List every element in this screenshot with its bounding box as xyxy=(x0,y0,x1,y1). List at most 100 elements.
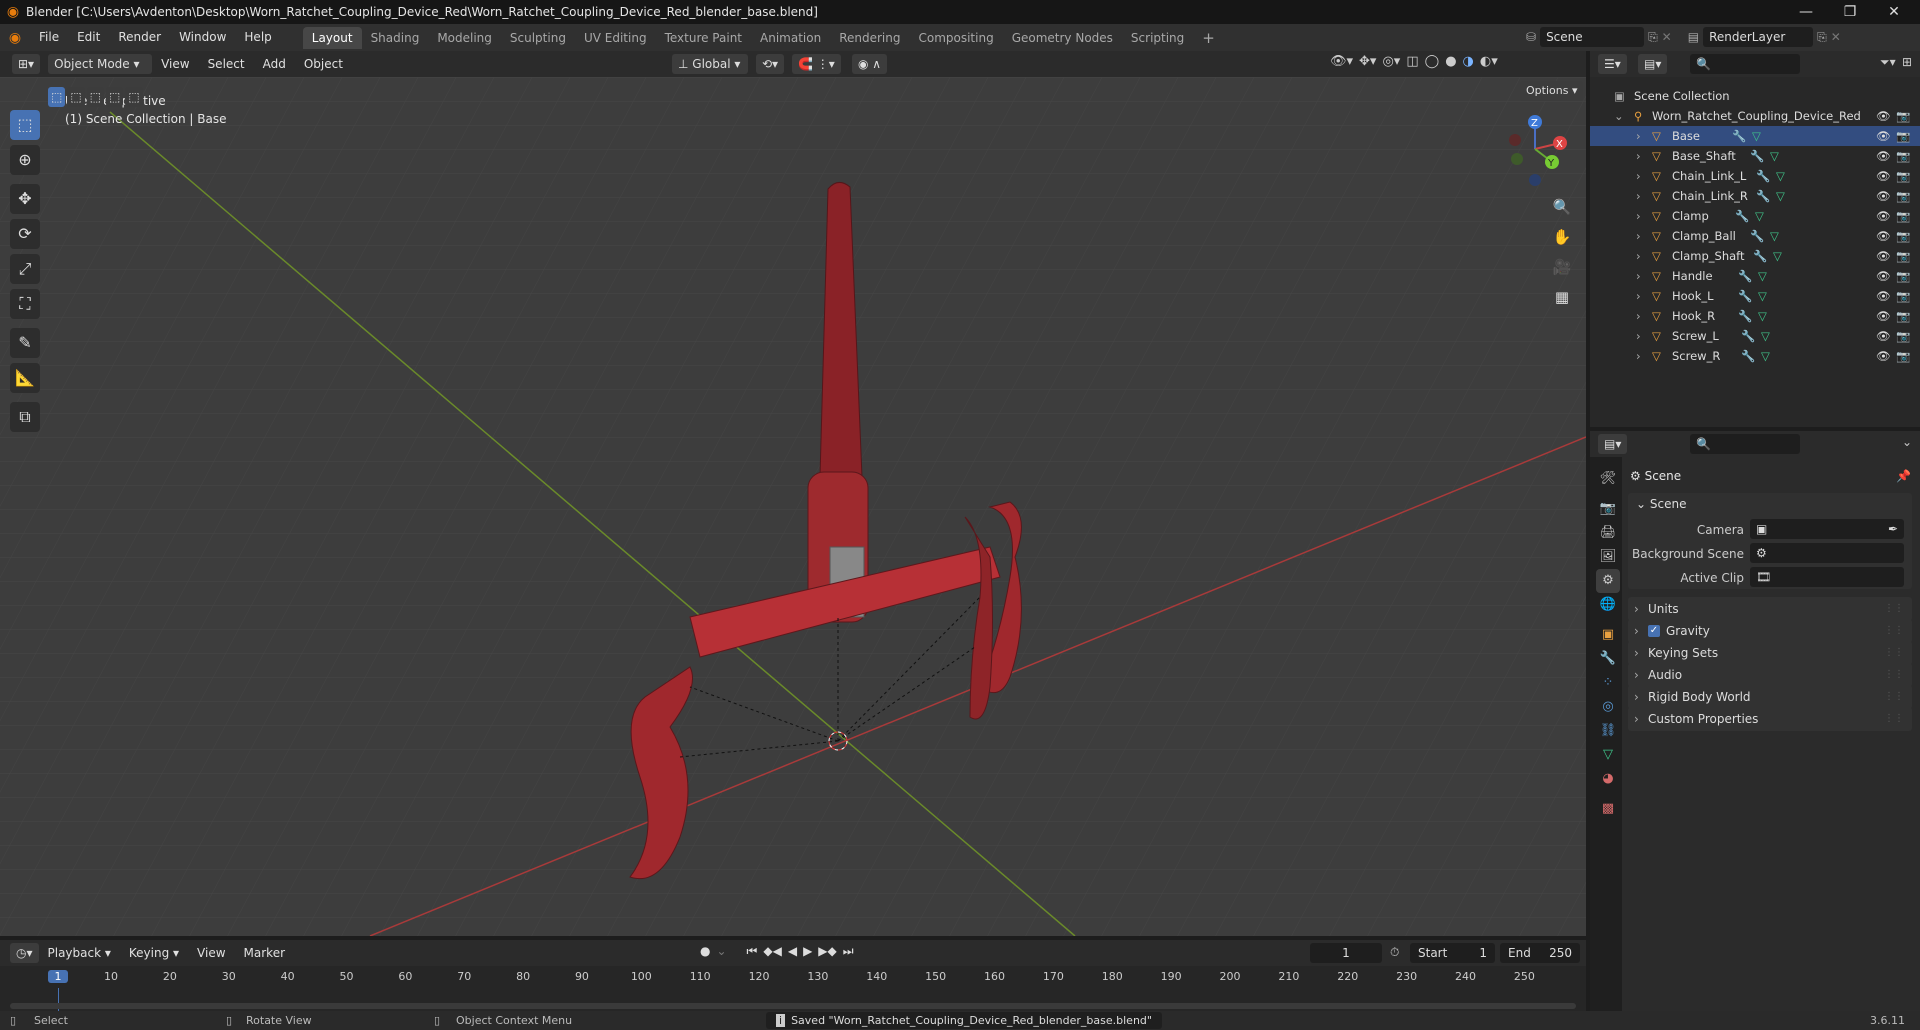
select-subtract-icon[interactable]: ⬚ xyxy=(86,87,105,107)
mesh-data-icon[interactable]: ▽ xyxy=(1758,306,1767,326)
mesh-data-icon[interactable]: ▽ xyxy=(1761,346,1770,366)
move-tool-icon[interactable]: ✥ xyxy=(10,184,40,214)
transform-tool-icon[interactable]: ⛶ xyxy=(10,289,40,319)
mesh-data-icon[interactable]: ▽ xyxy=(1755,206,1764,226)
camera-render-icon[interactable]: 📷 xyxy=(1896,266,1910,286)
outliner-object-row[interactable]: › ▽ Chain_Link_L 🔧 ▽ 👁 📷 xyxy=(1590,166,1920,186)
gizmo-toggle-icon[interactable]: ✥▾ xyxy=(1359,54,1376,69)
eye-icon[interactable]: 👁 xyxy=(1876,146,1891,166)
filter-icon[interactable]: ⏷▾ xyxy=(1880,55,1896,70)
mesh-data-icon[interactable]: ▽ xyxy=(1758,286,1767,306)
eye-icon[interactable]: 👁 xyxy=(1876,206,1891,226)
prev-keyframe-icon[interactable]: ◆◀ xyxy=(763,944,781,959)
wireframe-shading-icon[interactable]: ◯ xyxy=(1425,54,1440,69)
camera-render-icon[interactable]: 📷 xyxy=(1896,286,1910,306)
texture-tab-icon[interactable]: ▩ xyxy=(1596,797,1620,821)
xray-icon[interactable]: ◫ xyxy=(1406,54,1418,69)
select-invert-icon[interactable]: ⬚ xyxy=(106,87,124,107)
eye-icon[interactable]: 👁 xyxy=(1876,346,1891,366)
eye-icon[interactable]: 👁 xyxy=(1876,266,1891,286)
stopwatch-icon[interactable]: ⏱ xyxy=(1390,945,1399,960)
mode-dropdown[interactable]: Object Mode ▾ xyxy=(48,54,153,74)
menu-window[interactable]: Window xyxy=(170,24,235,51)
modifier-icon[interactable]: 🔧 xyxy=(1756,166,1770,186)
scene-panel-header[interactable]: ⌄ Scene xyxy=(1636,497,1686,511)
play-icon[interactable]: ▶ xyxy=(803,944,812,959)
select-extend-icon[interactable]: ⬚ xyxy=(67,87,85,107)
vp-menu-view[interactable]: View xyxy=(152,51,198,78)
outliner-collection-row[interactable]: ⌄ ⚲ Worn_Ratchet_Coupling_Device_Red 👁 📷 xyxy=(1590,106,1920,126)
timeline-track[interactable]: 1 10 20 30 40 50 60 70 80 90 100 110 120 130 140 150 160… xyxy=(0,966,1586,1011)
gravity-checkbox[interactable]: ✓ xyxy=(1648,625,1660,637)
delete-scene-icon[interactable]: ✕ xyxy=(1662,30,1672,44)
render-layer-field[interactable]: RenderLayer xyxy=(1703,27,1814,47)
mesh-data-icon[interactable]: ▽ xyxy=(1761,326,1770,346)
modifier-icon[interactable]: 🔧 xyxy=(1750,146,1764,166)
drag-handle-icon[interactable]: ⋮⋮ xyxy=(1884,707,1904,731)
measure-tool-icon[interactable]: 📐 xyxy=(10,363,40,393)
outliner-object-row[interactable]: › ▽ Base_Shaft 🔧 ▽ 👁 📷 xyxy=(1590,146,1920,166)
new-scene-icon[interactable]: ⎘ xyxy=(1648,30,1658,45)
menu-edit[interactable]: Edit xyxy=(68,24,109,51)
pin-icon[interactable]: 📌 xyxy=(1896,469,1911,483)
cursor-tool-icon[interactable]: ⊕ xyxy=(10,145,40,175)
expand-icon[interactable]: › xyxy=(1636,186,1641,206)
eye-icon[interactable]: 👁 xyxy=(1876,306,1891,326)
camera-render-icon[interactable]: 📷 xyxy=(1896,106,1910,126)
overlay-toggle-icon[interactable]: ◎▾ xyxy=(1382,54,1400,69)
expand-icon[interactable]: › xyxy=(1636,266,1641,286)
modifier-icon[interactable]: 🔧 xyxy=(1732,126,1746,146)
add-workspace-icon[interactable]: + xyxy=(1193,27,1224,49)
select-intersect-icon[interactable]: ⬚ xyxy=(125,87,143,107)
drag-handle-icon[interactable]: ⋮⋮ xyxy=(1884,641,1904,665)
menu-render[interactable]: Render xyxy=(109,24,170,51)
properties-options-icon[interactable]: ⌄ xyxy=(1902,435,1912,449)
collapse-icon[interactable]: ⌄ xyxy=(1614,106,1624,126)
camera-render-icon[interactable]: 📷 xyxy=(1896,246,1910,266)
zoom-icon[interactable]: 🔍 xyxy=(1548,193,1576,221)
vp-menu-select[interactable]: Select xyxy=(199,51,254,78)
3d-viewport[interactable]: Z X Y User Perspective (1) Scene Collect… xyxy=(0,77,1586,936)
close-icon[interactable]: ✕ xyxy=(1872,0,1916,24)
outliner-search-input[interactable]: 🔍 xyxy=(1690,54,1800,74)
timeline-menu-keying[interactable]: Keying ▾ xyxy=(120,940,188,967)
tab-sculpting[interactable]: Sculpting xyxy=(501,27,575,49)
display-mode-icon[interactable]: ▤▾ xyxy=(1638,54,1668,74)
outliner-object-row[interactable]: › ▽ Clamp_Shaft 🔧 ▽ 👁 📷 xyxy=(1590,246,1920,266)
options-dropdown[interactable]: Options ▾ xyxy=(1520,81,1584,101)
drag-handle-icon[interactable]: ⋮⋮ xyxy=(1884,663,1904,687)
modifier-icon[interactable]: 🔧 xyxy=(1738,306,1752,326)
expand-icon[interactable]: › xyxy=(1636,246,1641,266)
view-layer-tab-icon[interactable]: 🖼 xyxy=(1596,545,1620,569)
camera-render-icon[interactable]: 📷 xyxy=(1896,346,1910,366)
constraints-tab-icon[interactable]: ⛓ xyxy=(1596,719,1620,743)
play-reverse-icon[interactable]: ◀ xyxy=(788,944,797,959)
modifier-icon[interactable]: 🔧 xyxy=(1738,266,1752,286)
modifier-icon[interactable]: 🔧 xyxy=(1753,246,1767,266)
active-clip-field[interactable]: 🎞 xyxy=(1750,567,1904,587)
camera-render-icon[interactable]: 📷 xyxy=(1896,146,1910,166)
scene-tab-icon[interactable]: ⚙ xyxy=(1596,569,1620,593)
mesh-data-icon[interactable]: ▽ xyxy=(1752,126,1761,146)
expand-icon[interactable]: › xyxy=(1636,306,1641,326)
modifier-icon[interactable]: 🔧 xyxy=(1741,326,1755,346)
expand-icon[interactable]: › xyxy=(1636,226,1641,246)
tab-compositing[interactable]: Compositing xyxy=(909,27,1002,49)
outliner-object-row[interactable]: › ▽ Base 🔧 ▽ 👁 📷 xyxy=(1590,126,1920,146)
eye-icon[interactable]: 👁 xyxy=(1876,226,1891,246)
eyedropper-icon[interactable]: ✒ xyxy=(1888,519,1898,539)
outliner-object-row[interactable]: › ▽ Handle 🔧 ▽ 👁 📷 xyxy=(1590,266,1920,286)
annotate-tool-icon[interactable]: ✎ xyxy=(10,328,40,358)
outliner-editor-icon[interactable]: ☰▾ xyxy=(1598,54,1627,74)
solid-shading-icon[interactable]: ● xyxy=(1445,54,1456,69)
material-tab-icon[interactable]: ◕ xyxy=(1596,767,1620,791)
timeline-scrollbar[interactable] xyxy=(10,1003,1576,1009)
section-units[interactable]: › Units ⋮⋮ xyxy=(1628,597,1912,621)
properties-editor-icon[interactable]: ▤▾ xyxy=(1598,434,1628,454)
expand-icon[interactable]: › xyxy=(1636,146,1641,166)
output-tab-icon[interactable]: 🖨 xyxy=(1596,521,1620,545)
camera-render-icon[interactable]: 📷 xyxy=(1896,326,1910,346)
timeline-menu-playback[interactable]: Playback ▾ xyxy=(39,940,120,967)
expand-icon[interactable]: › xyxy=(1636,166,1641,186)
add-cube-tool-icon[interactable]: ⧉ xyxy=(10,402,40,432)
